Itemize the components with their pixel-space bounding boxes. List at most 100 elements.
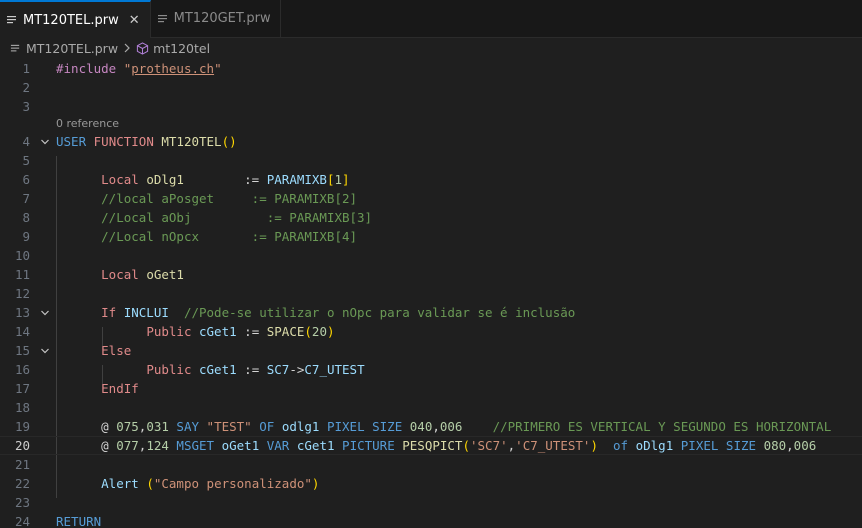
code-token: #include [56, 61, 124, 76]
code-line[interactable]: 10 [0, 246, 862, 265]
code-token: OF [251, 419, 282, 434]
line-number: 6 [22, 172, 30, 187]
line-number: 21 [14, 457, 30, 472]
line-number: 16 [14, 362, 30, 377]
code-line[interactable]: 1 #include "protheus.ch" [0, 59, 862, 78]
code-token: @ [101, 419, 117, 434]
code-line[interactable]: 7 //local aPosget := PARAMIXB[2] [0, 189, 862, 208]
code-line[interactable]: 22 Alert ("Campo personalizado") [0, 474, 862, 493]
code-line[interactable]: 15 Else [0, 341, 862, 360]
code-line[interactable]: 11 Local oGet1 [0, 265, 862, 284]
code-token: 006 [793, 438, 817, 453]
code-line[interactable]: 24 RETURN [0, 512, 862, 528]
line-number: 7 [22, 191, 30, 206]
line-number: 20 [14, 438, 30, 453]
code-token: oGet1 [221, 438, 260, 453]
file-lines-icon [6, 14, 18, 26]
fold-chevron-icon[interactable] [38, 341, 52, 360]
code-token: 040 [409, 419, 433, 434]
line-number: 22 [14, 476, 30, 491]
breadcrumb-symbol[interactable]: mt120tel [153, 41, 210, 56]
code-token: Public [146, 362, 199, 377]
code-line[interactable]: 6 Local oDlg1 := PARAMIXB[1] [0, 170, 862, 189]
line-number: 13 [14, 305, 30, 320]
code-text: #include "protheus.ch" [56, 59, 222, 78]
code-line[interactable]: 17 EndIf [0, 379, 862, 398]
code-line[interactable]: 3 [0, 97, 862, 116]
code-token: //Local nOpcx := PARAMIXB[4] [101, 229, 358, 244]
code-token: 1 [334, 172, 343, 187]
code-token: := [236, 362, 267, 377]
code-line[interactable]: 18 [0, 398, 862, 417]
code-editor[interactable]: 0 reference 1 #include "protheus.ch" 2 3 4 US… [0, 59, 862, 528]
code-token: 031 [146, 419, 169, 434]
code-token: @ [101, 438, 117, 453]
file-lines-icon [157, 13, 169, 25]
line-number: 15 [14, 343, 30, 358]
fold-chevron-icon[interactable] [38, 132, 52, 151]
close-icon[interactable]: ✕ [129, 13, 140, 28]
line-number: 18 [14, 400, 30, 415]
code-line[interactable]: 23 [0, 493, 862, 512]
code-token: oDlg1 [146, 172, 184, 187]
line-number: 3 [22, 99, 30, 114]
line-number: 24 [14, 514, 30, 528]
code-token: oDlg1 [635, 438, 674, 453]
code-token: cGet1 [199, 324, 237, 339]
code-token: EndIf [101, 381, 139, 396]
code-token: odlg1 [281, 419, 320, 434]
code-token: ) [326, 324, 335, 339]
code-line[interactable]: 14 Public cGet1 := SPACE(20) [0, 322, 862, 341]
code-line[interactable]: 20 @ 077, 124 MSGET oGet1 VAR cGet1 PICTU… [0, 436, 862, 455]
code-token: FUNCTION [93, 134, 162, 149]
code-text: Else [56, 341, 131, 360]
code-line[interactable]: 16 Public cGet1 := SC7->C7_UTEST [0, 360, 862, 379]
code-line[interactable]: 19 @ 075, 031 SAY "TEST" OF odlg1 PIXEL S… [0, 417, 862, 436]
code-token: 'C7_UTEST' [515, 438, 591, 453]
code-token: 077 [116, 438, 139, 453]
line-number: 12 [14, 286, 30, 301]
code-token: protheus.ch [131, 61, 215, 76]
code-token: cGet1 [296, 438, 335, 453]
code-token: " [214, 61, 222, 76]
code-token: cGet1 [199, 362, 237, 377]
code-text: @ 075, 031 SAY "TEST" OF odlg1 PIXEL SIZE… [56, 417, 831, 436]
breadcrumb: MT120TEL.prw mt120tel [0, 38, 862, 58]
code-token: RETURN [56, 514, 102, 528]
code-line[interactable]: 21 [0, 455, 862, 474]
code-token: ( [146, 476, 154, 491]
code-token: of [613, 438, 636, 453]
codelens-reference[interactable]: 0 reference [56, 117, 119, 130]
code-line[interactable]: 2 [0, 78, 862, 97]
code-token: , [432, 419, 440, 434]
chevron-right-icon [123, 43, 131, 53]
code-text: Public cGet1 := SC7->C7_UTEST [56, 360, 364, 379]
code-token: ( [304, 324, 312, 339]
code-line[interactable]: 13 If INCLUI //Pode-se utilizar o nOpc p… [0, 303, 862, 322]
fold-chevron-icon[interactable] [38, 303, 52, 322]
code-token: Local [101, 172, 147, 187]
code-token: PIXEL SIZE [673, 438, 764, 453]
code-line[interactable]: 9 //Local nOpcx := PARAMIXB[4] [0, 227, 862, 246]
code-text: USER FUNCTION MT120TEL() [56, 132, 237, 151]
tab-mt120tel[interactable]: MT120TEL.prw ✕ [0, 0, 151, 38]
code-line[interactable]: 8 //Local aObj := PARAMIXB[3] [0, 208, 862, 227]
code-line[interactable]: 5 [0, 151, 862, 170]
code-token: := [183, 172, 267, 187]
breadcrumb-file[interactable]: MT120TEL.prw [26, 41, 118, 56]
code-token: PIXEL SIZE [319, 419, 410, 434]
code-token: -> [289, 362, 305, 377]
code-token: SPACE [266, 324, 305, 339]
tab-mt120get[interactable]: MT120GET.prw [150, 0, 281, 37]
code-line[interactable]: 12 [0, 284, 862, 303]
code-line[interactable]: 4 USER FUNCTION MT120TEL() [0, 132, 862, 151]
code-text: Public cGet1 := SPACE(20) [56, 322, 335, 341]
